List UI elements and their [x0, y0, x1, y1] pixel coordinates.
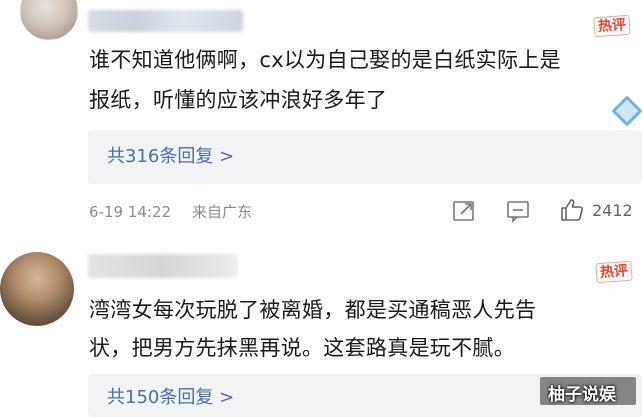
comment-date: 6-19 14:22 — [89, 203, 172, 221]
username-blurred[interactable] — [88, 254, 238, 278]
thumbs-up-icon[interactable] — [559, 197, 585, 223]
comment-location: 来自广东 — [192, 203, 253, 221]
replies-box[interactable]: 共316条回复 > — [88, 130, 642, 184]
avatar[interactable] — [20, 0, 78, 40]
view-replies-link[interactable]: 共316条回复 > — [107, 145, 234, 169]
diamond-icon — [611, 95, 642, 127]
like-count: 2412 — [592, 201, 633, 220]
comment-text-line-2: 报纸，听懂的应该冲浪好多年了 — [89, 88, 388, 112]
comment-1: 热评 谁不知道他俩啊，cx以为自己娶的是白纸实际上是 报纸，听懂的应该冲浪好多年… — [0, 0, 642, 240]
comment-text-line-1: 湾湾女每次玩脱了被离婚，都是买通稿恶人先告 — [89, 298, 537, 322]
hot-comment-badge: 热评 — [593, 14, 631, 38]
comment-text-line-2: 状，把男方先抹黑再说。这套路真是玩不腻。 — [89, 336, 515, 360]
comment-icon[interactable] — [506, 199, 530, 223]
avatar[interactable] — [0, 252, 74, 326]
watermark: 柚子说娱 — [548, 385, 616, 405]
username-blurred[interactable] — [88, 10, 243, 32]
comment-text-line-1: 谁不知道他俩啊，cx以为自己娶的是白纸实际上是 — [89, 48, 561, 72]
hot-comment-badge: 热评 — [595, 260, 633, 284]
view-replies-link[interactable]: 共150条回复 > — [107, 386, 234, 410]
share-icon[interactable] — [452, 199, 476, 223]
